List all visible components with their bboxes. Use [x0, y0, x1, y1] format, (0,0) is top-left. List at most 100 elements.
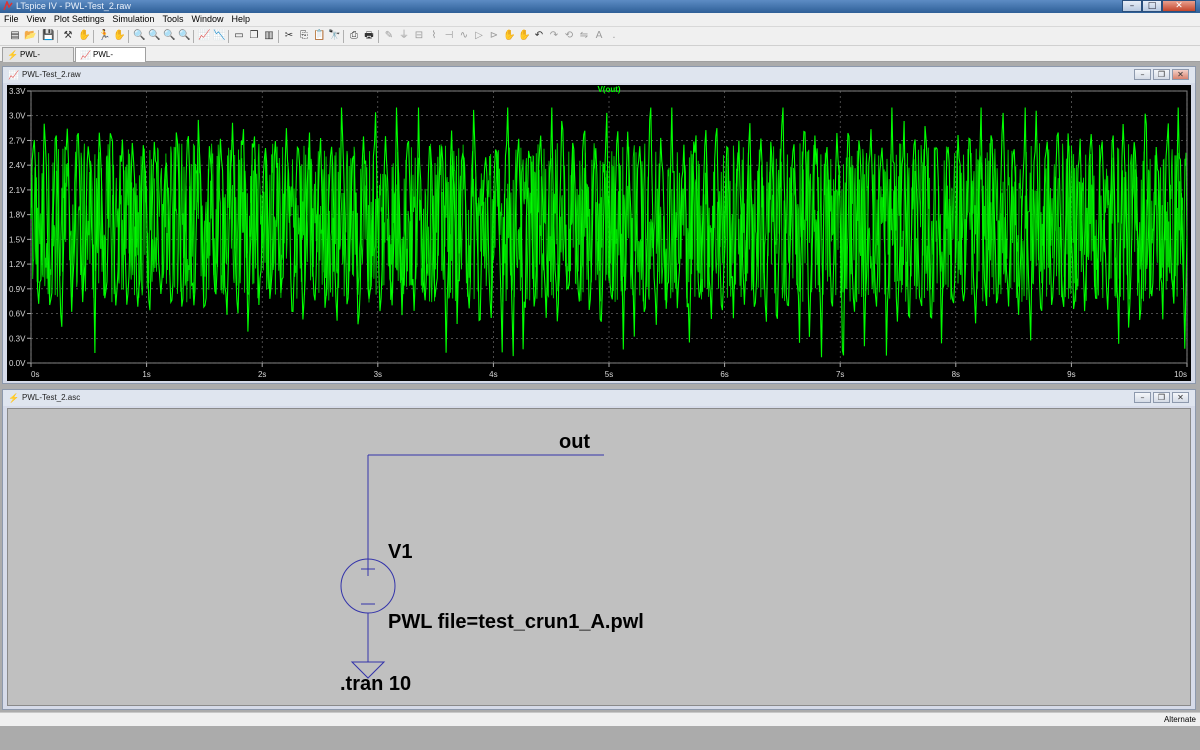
component-icon[interactable]: ⊳	[488, 30, 500, 42]
tile-vertical-icon[interactable]: ▥	[263, 30, 275, 42]
menu-plot-settings[interactable]: Plot Settings	[50, 13, 109, 26]
add-trace-icon[interactable]: 📉	[213, 30, 225, 42]
toolbar-separator	[128, 30, 129, 43]
schematic-window-title-bar[interactable]: ⚡ PWL-Test_2.asc – ❐ ✕	[3, 390, 1195, 406]
menu-tools[interactable]: Tools	[158, 13, 187, 26]
toolbar-separator	[193, 30, 194, 43]
tab-schematic[interactable]: ⚡ PWL-Test_2.asc	[2, 47, 74, 72]
capacitor-icon[interactable]: ⊣	[443, 30, 455, 42]
toolbar: ▤ 📂 💾 ⚒ ✋ 🏃 ✋ 🔍 🔍 🔍 🔍 📈 📉 ▭ ❐ ▥ ✂ ⎘ 📋 🔭 …	[0, 26, 1200, 46]
move-icon[interactable]: ✋	[503, 30, 515, 42]
ground-icon[interactable]: ⏚	[398, 30, 410, 42]
mirror-icon[interactable]: ⇋	[578, 30, 590, 42]
waveform-chart: 0.0V 0.3V 0.6V 0.9V 1.2V 1.5V 1.8V 2.1V 2.4V 2.7V…	[9, 85, 1188, 379]
waveform-minimize-button[interactable]: –	[1134, 69, 1151, 80]
print-icon[interactable]: 🖶	[363, 30, 375, 42]
schematic-close-button[interactable]: ✕	[1172, 392, 1189, 403]
tile-horizontal-icon[interactable]: ▭	[233, 30, 245, 42]
y-tick-label: 0.9V	[9, 285, 26, 294]
inductor-icon[interactable]: ∿	[458, 30, 470, 42]
y-tick-label: 1.5V	[9, 235, 26, 244]
schematic-restore-button[interactable]: ❐	[1153, 392, 1170, 403]
menu-view[interactable]: View	[23, 13, 50, 26]
y-tick-label: 1.2V	[9, 260, 26, 269]
waveform-restore-button[interactable]: ❐	[1153, 69, 1170, 80]
waveform-window-title-bar[interactable]: 📈 PWL-Test_2.raw – ❐ ✕	[3, 67, 1195, 83]
y-tick-label: 1.8V	[9, 211, 26, 220]
component-value[interactable]: PWL file=test_crun1_A.pwl	[388, 611, 644, 634]
spice-directive-icon[interactable]: .	[608, 30, 620, 42]
autorange-icon[interactable]: 📈	[198, 30, 210, 42]
schematic-file-icon: ⚡	[7, 50, 19, 60]
net-label-out[interactable]: out	[559, 431, 590, 454]
waveform-plot[interactable]: 0.0V 0.3V 0.6V 0.9V 1.2V 1.5V 1.8V 2.1V 2.4V 2.7V…	[7, 85, 1191, 381]
find-icon[interactable]: 🔭	[328, 30, 340, 42]
x-tick-label: 8s	[952, 370, 960, 379]
halt-icon[interactable]: ✋	[78, 30, 90, 42]
new-schematic-icon[interactable]: ▤	[9, 30, 21, 42]
draw-wire-icon[interactable]: ✎	[383, 30, 395, 42]
text-icon[interactable]: A	[593, 30, 605, 42]
spice-directive[interactable]: .tran 10	[340, 673, 411, 696]
menu-help[interactable]: Help	[227, 13, 254, 26]
x-tick-label: 5s	[605, 370, 613, 379]
waveform-file-icon: 📈	[80, 50, 92, 60]
y-tick-label: 0.0V	[9, 359, 26, 368]
redo-icon[interactable]: ↷	[548, 30, 560, 42]
waveform-window: 📈 PWL-Test_2.raw – ❐ ✕ 0.0V 0.3V 0.6V 0.9V 1…	[2, 66, 1196, 384]
copy-icon[interactable]: ⎘	[298, 30, 310, 42]
rotate-icon[interactable]: ⟲	[563, 30, 575, 42]
x-tick-label: 10s	[1174, 370, 1187, 379]
component-name-v1[interactable]: V1	[388, 541, 412, 564]
pan-icon[interactable]: ✋	[113, 30, 125, 42]
x-tick-label: 3s	[374, 370, 382, 379]
x-tick-label: 7s	[836, 370, 844, 379]
save-icon[interactable]: 💾	[42, 30, 54, 42]
schematic-window: ⚡ PWL-Test_2.asc – ❐ ✕ out V1 PWL file=t…	[2, 389, 1196, 710]
tab-waveform[interactable]: 📈 PWL-Test_2.raw	[75, 47, 146, 72]
menu-file[interactable]: File	[0, 13, 23, 26]
app-title: LTspice IV - PWL-Test_2.raw	[16, 1, 131, 11]
x-tick-label: 2s	[258, 370, 266, 379]
y-tick-label: 3.0V	[9, 112, 26, 121]
open-icon[interactable]: 📂	[24, 30, 36, 42]
zoom-full-icon[interactable]: 🔍	[163, 30, 175, 42]
y-tick-label: 0.6V	[9, 310, 26, 319]
paste-icon[interactable]: 📋	[313, 30, 325, 42]
print-preview-icon[interactable]: ⎙	[348, 30, 360, 42]
toolbar-separator	[38, 30, 39, 43]
schematic-minimize-button[interactable]: –	[1134, 392, 1151, 403]
trace-label: V(out)	[597, 85, 620, 94]
y-tick-label: 3.3V	[9, 87, 26, 96]
control-panel-icon[interactable]: ⚒	[62, 30, 74, 42]
zoom-cancel-icon[interactable]: 🔍	[178, 30, 190, 42]
zoom-out-icon[interactable]: 🔍	[148, 30, 160, 42]
waveform-close-button[interactable]: ✕	[1172, 69, 1189, 80]
undo-icon[interactable]: ↶	[533, 30, 545, 42]
menu-simulation[interactable]: Simulation	[108, 13, 158, 26]
ltspice-app-icon	[3, 0, 13, 11]
cut-icon[interactable]: ✂	[283, 30, 295, 42]
plus-sign-icon	[361, 562, 375, 576]
label-net-icon[interactable]: ⊟	[413, 30, 425, 42]
resistor-icon[interactable]: ⌇	[428, 30, 440, 42]
run-icon[interactable]: 🏃	[98, 30, 110, 42]
schematic-canvas[interactable]: out V1 PWL file=test_crun1_A.pwl .tran 1…	[7, 408, 1191, 706]
app-title-bar: LTspice IV - PWL-Test_2.raw – □ ✕	[0, 0, 1200, 13]
toolbar-separator	[378, 30, 379, 43]
close-button[interactable]: ✕	[1162, 0, 1196, 12]
drag-icon[interactable]: ✋	[518, 30, 530, 42]
zoom-in-icon[interactable]: 🔍	[133, 30, 145, 42]
cascade-icon[interactable]: ❐	[248, 30, 260, 42]
y-tick-label: 2.7V	[9, 136, 26, 145]
y-tick-label: 2.1V	[9, 186, 26, 195]
y-tick-label: 2.4V	[9, 161, 26, 170]
x-tick-label: 6s	[720, 370, 728, 379]
minimize-button[interactable]: –	[1122, 0, 1142, 12]
status-text: Alternate	[1163, 715, 1196, 724]
menu-window[interactable]: Window	[187, 13, 227, 26]
maximize-button[interactable]: □	[1142, 0, 1162, 12]
diode-icon[interactable]: ▷	[473, 30, 485, 42]
status-bar: Alternate	[0, 712, 1200, 726]
schematic-window-title: PWL-Test_2.asc	[22, 393, 81, 402]
